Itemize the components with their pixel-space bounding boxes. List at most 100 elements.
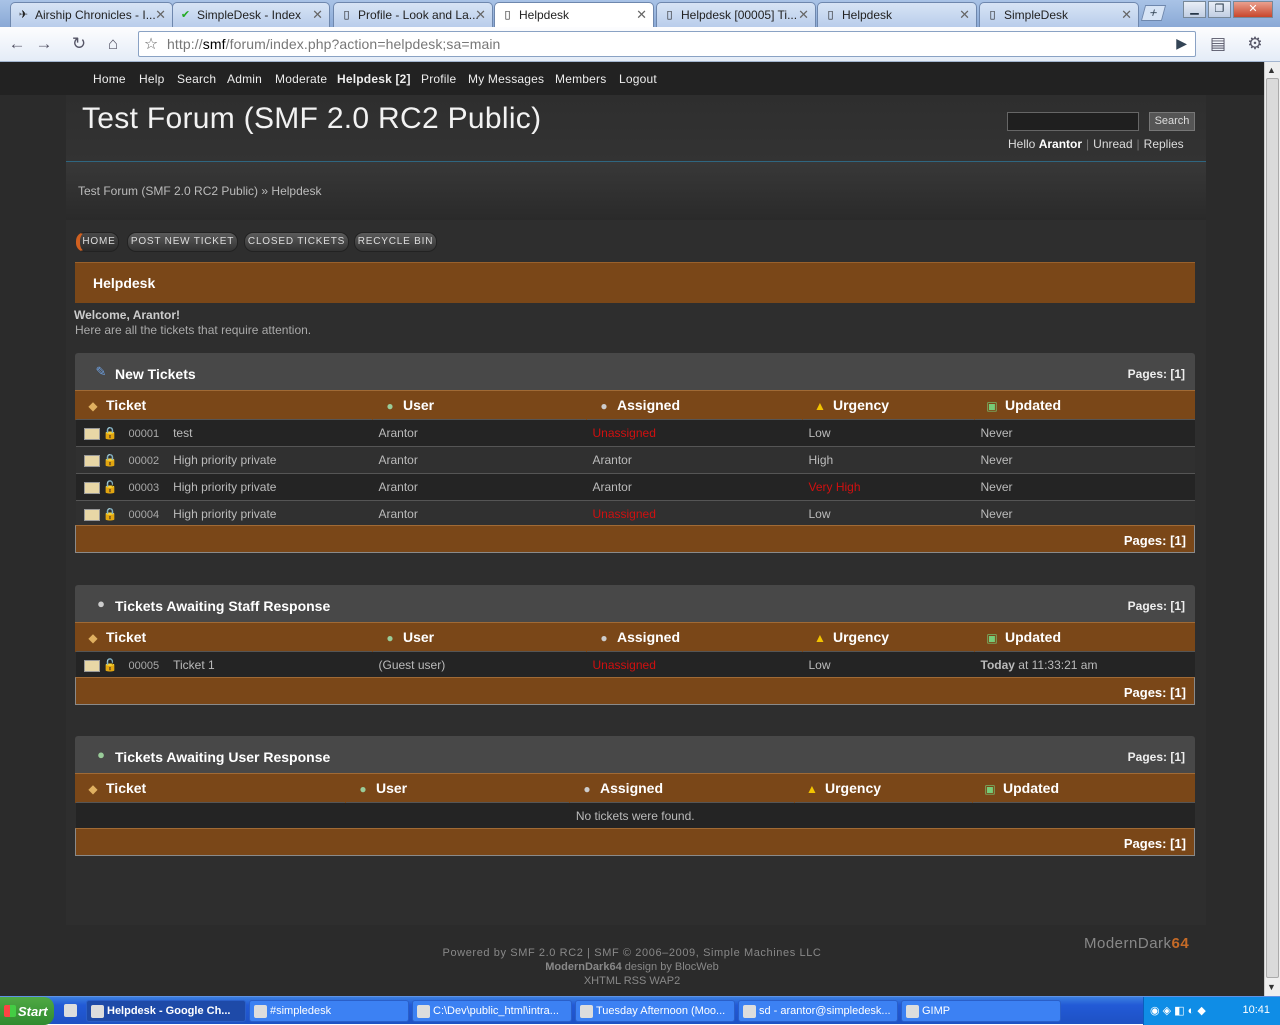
maximize-button[interactable]: ❐ — [1208, 1, 1231, 18]
scroll-up-icon[interactable]: ▲ — [1267, 65, 1276, 75]
vertical-scrollbar[interactable]: ▲ ▼ — [1264, 62, 1280, 996]
page-menu-icon[interactable]: ▤ — [1205, 33, 1231, 55]
home-icon[interactable]: ⌂ — [102, 33, 124, 55]
column-updated[interactable]: ▣ Updated — [972, 773, 1195, 803]
table-row[interactable]: 🔓 00003 High priority private Arantor Aran… — [75, 473, 1195, 501]
recycle-bin-button[interactable]: RECYCLE BIN — [354, 232, 437, 252]
column-updated[interactable]: ▣ Updated — [974, 390, 1195, 420]
search-button[interactable]: Search — [1149, 112, 1195, 131]
ticket-subject[interactable]: High priority private — [173, 453, 276, 467]
ticket-cell[interactable]: 🔒 00004 High priority private — [75, 500, 373, 528]
browser-tab-5[interactable]: ▯ Helpdesk [00005] Ti... ✕ — [656, 2, 816, 27]
close-tab-icon[interactable]: ✕ — [1121, 7, 1132, 23]
browser-tab-1[interactable]: ✈ Airship Chronicles - I... ✕ — [10, 2, 173, 27]
pagination[interactable]: Pages: [1] — [1124, 533, 1186, 548]
reload-icon[interactable]: ↻ — [68, 33, 90, 55]
task-chrome[interactable]: Helpdesk - Google Ch... — [86, 1000, 246, 1022]
pagination[interactable]: Pages: [1] — [1128, 367, 1185, 381]
clock[interactable]: 10:41 — [1242, 1004, 1270, 1016]
search-input[interactable] — [1007, 112, 1139, 131]
start-button[interactable]: Start — [0, 997, 54, 1025]
browser-tab-3[interactable]: ▯ Profile - Look and La... ✕ — [333, 2, 493, 27]
task-gimp[interactable]: GIMP — [901, 1000, 1061, 1022]
ticket-subject[interactable]: Ticket 1 — [173, 658, 215, 672]
tray-icons[interactable]: ◉ ◈ ◧ ◐ ◆ — [1150, 1004, 1206, 1017]
ticket-assigned[interactable]: Arantor — [586, 446, 803, 474]
column-ticket[interactable]: ◆ Ticket — [75, 773, 346, 803]
column-assigned[interactable]: ● Assigned — [586, 622, 803, 652]
ticket-cell[interactable]: 🔒 00001 test — [75, 419, 373, 447]
home-tab-button[interactable]: HOME — [76, 232, 119, 252]
close-window-button[interactable]: ✕ — [1233, 1, 1273, 18]
pagination[interactable]: Pages: [1] — [1124, 685, 1186, 700]
table-row[interactable]: 🔒 00004 High priority private Arantor Unas… — [75, 500, 1195, 528]
task-ssh[interactable]: sd - arantor@simpledesk... — [738, 1000, 898, 1022]
ticket-user[interactable]: Arantor — [372, 446, 587, 474]
nav-help[interactable]: Help — [139, 72, 164, 86]
pagination[interactable]: Pages: [1] — [1128, 750, 1185, 764]
unread-link[interactable]: Unread — [1093, 137, 1132, 151]
nav-home[interactable]: Home — [93, 72, 126, 86]
pagination[interactable]: Pages: [1] — [1128, 599, 1185, 613]
column-user[interactable]: ● User — [372, 390, 587, 420]
task-simpledesk[interactable]: #simpledesk — [249, 1000, 409, 1022]
column-user[interactable]: ● User — [372, 622, 587, 652]
replies-link[interactable]: Replies — [1144, 137, 1184, 151]
footer-links[interactable]: XHTML RSS WAP2 — [0, 974, 1264, 988]
ticket-cell[interactable]: 🔓 00003 High priority private — [75, 473, 373, 501]
task-editor[interactable]: C:\Dev\public_html\intra... — [412, 1000, 572, 1022]
nav-logout[interactable]: Logout — [619, 72, 657, 86]
close-tab-icon[interactable]: ✕ — [798, 7, 809, 23]
ticket-cell[interactable]: 🔓 00005 Ticket 1 — [75, 651, 373, 679]
column-ticket[interactable]: ◆ Ticket — [75, 622, 373, 652]
username[interactable]: Arantor — [1039, 137, 1082, 151]
ticket-cell[interactable]: 🔒 00002 High priority private — [75, 446, 373, 474]
ticket-assigned[interactable]: Arantor — [586, 473, 803, 501]
closed-tickets-button[interactable]: CLOSED TICKETS — [244, 232, 349, 252]
nav-helpdesk[interactable]: Helpdesk [2] — [337, 72, 411, 86]
table-row[interactable]: 🔓 00005 Ticket 1 (Guest user) Unassigned L… — [75, 651, 1195, 679]
column-urgency[interactable]: ▲ Urgency — [794, 773, 973, 803]
breadcrumb-current[interactable]: Helpdesk — [271, 184, 321, 198]
ticket-user[interactable]: Arantor — [372, 419, 587, 447]
table-row[interactable]: 🔒 00001 test Arantor Unassigned Low Never — [75, 419, 1195, 447]
nav-members[interactable]: Members — [555, 72, 606, 86]
browser-tab-2[interactable]: ✔ SimpleDesk - Index ✕ — [172, 2, 330, 27]
go-icon[interactable]: ▶ — [1176, 35, 1187, 52]
close-tab-icon[interactable]: ✕ — [959, 7, 970, 23]
browser-tab-4[interactable]: ▯ Helpdesk ✕ — [494, 2, 654, 28]
table-row[interactable]: 🔒 00002 High priority private Arantor Aran… — [75, 446, 1195, 474]
footer-powered-by[interactable]: Powered by SMF 2.0 RC2 | SMF © 2006–2009… — [0, 946, 1264, 960]
nav-profile[interactable]: Profile — [421, 72, 456, 86]
column-assigned[interactable]: ● Assigned — [586, 390, 803, 420]
new-tab-button[interactable]: + — [1140, 5, 1167, 21]
footer-design-by[interactable]: design by BlocWeb — [622, 961, 719, 973]
bookmark-star-icon[interactable]: ☆ — [141, 34, 161, 54]
back-icon[interactable]: ← — [6, 33, 28, 55]
quicklaunch-icon[interactable] — [60, 1000, 80, 1022]
close-tab-icon[interactable]: ✕ — [155, 7, 166, 23]
column-user[interactable]: ● User — [345, 773, 570, 803]
pagination[interactable]: Pages: [1] — [1124, 836, 1186, 851]
breadcrumb-root[interactable]: Test Forum (SMF 2.0 RC2 Public) — [78, 184, 258, 198]
minimize-button[interactable]: ▁ — [1183, 1, 1206, 18]
close-tab-icon[interactable]: ✕ — [312, 7, 323, 23]
column-urgency[interactable]: ▲ Urgency — [802, 622, 975, 652]
nav-my-messages[interactable]: My Messages — [468, 72, 544, 86]
nav-search[interactable]: Search — [177, 72, 216, 86]
forum-title[interactable]: Test Forum (SMF 2.0 RC2 Public) — [82, 102, 541, 136]
ticket-user[interactable]: Arantor — [372, 500, 587, 528]
ticket-subject[interactable]: test — [173, 426, 192, 440]
ticket-user[interactable]: Arantor — [372, 473, 587, 501]
close-tab-icon[interactable]: ✕ — [475, 7, 486, 23]
task-media[interactable]: Tuesday Afternoon (Moo... — [575, 1000, 735, 1022]
scroll-down-icon[interactable]: ▼ — [1267, 982, 1276, 992]
column-ticket[interactable]: ◆ Ticket — [75, 390, 373, 420]
browser-tab-7[interactable]: ▯ SimpleDesk ✕ — [979, 2, 1139, 27]
wrench-menu-icon[interactable]: ⚙ — [1240, 33, 1270, 55]
column-updated[interactable]: ▣ Updated — [974, 622, 1195, 652]
browser-tab-6[interactable]: ▯ Helpdesk ✕ — [817, 2, 977, 27]
nav-admin[interactable]: Admin — [227, 72, 262, 86]
scrollbar-thumb[interactable] — [1266, 78, 1279, 978]
column-urgency[interactable]: ▲ Urgency — [802, 390, 975, 420]
